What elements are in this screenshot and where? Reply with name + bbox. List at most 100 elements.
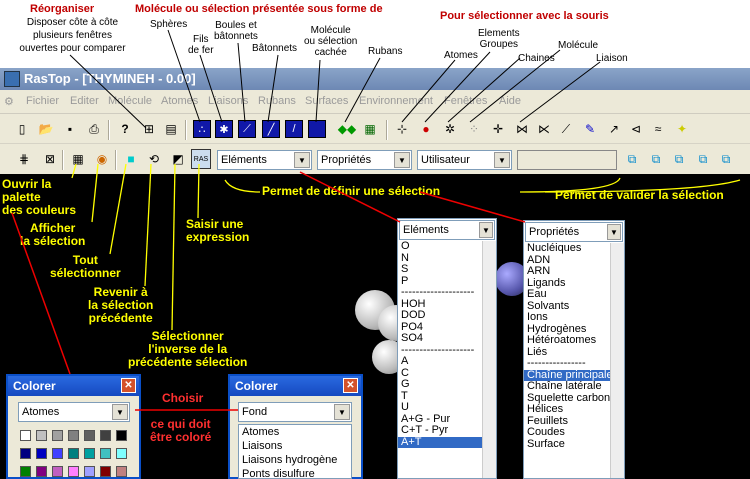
color-swatch[interactable] (52, 448, 63, 459)
utilisateur-combo[interactable]: Utilisateur ▼ (417, 150, 512, 170)
ribbons-icon[interactable]: ◆◆ (337, 119, 357, 139)
menu-surfaces[interactable]: Surfaces (305, 95, 348, 107)
axes-icon[interactable]: ⋕ (14, 149, 34, 169)
menu-liaisons[interactable]: Liaisons (208, 95, 248, 107)
help-icon[interactable]: ? (115, 119, 135, 139)
save-icon[interactable]: ▪ (60, 119, 80, 139)
select-all-button[interactable]: ■ (121, 149, 141, 169)
menu-fenetres[interactable]: Fenêtres (444, 95, 487, 107)
color-swatch[interactable] (100, 430, 111, 441)
pick-bond-icon[interactable]: ⋈ (512, 119, 532, 139)
pick-group-icon[interactable]: ✲ (440, 119, 460, 139)
validate-invert-button[interactable]: ⧉ (716, 149, 736, 169)
list-item[interactable]: ARN (524, 265, 624, 278)
pick-distance-icon[interactable]: ⋉ (534, 119, 554, 139)
menu-fichier[interactable]: Fichier (26, 95, 59, 107)
selection-expression-field[interactable] (517, 150, 617, 170)
color-swatch[interactable] (116, 448, 127, 459)
print-icon[interactable]: ⎙ (84, 119, 104, 139)
list-item[interactable]: Liaisons (239, 439, 351, 453)
ball-stick-icon[interactable]: ⟋ (238, 120, 256, 138)
color-swatch[interactable] (84, 466, 95, 477)
close-icon[interactable]: ✕ (343, 378, 358, 393)
color-swatch[interactable] (52, 430, 63, 441)
pick-atom-icon[interactable]: ⊹ (392, 119, 412, 139)
color-palette-button[interactable]: ▦ (68, 149, 88, 169)
list-item[interactable]: Atomes (239, 425, 351, 439)
spheres-icon[interactable]: ∴ (193, 120, 211, 138)
pick-molecule-icon[interactable]: ✛ (488, 119, 508, 139)
hidden-icon[interactable] (308, 120, 326, 138)
proprietes-combo[interactable]: Propriétés ▼ (317, 150, 412, 170)
pick-chain-icon[interactable]: ⁘ (464, 119, 484, 139)
validate-new-button[interactable]: ⧉ (622, 149, 642, 169)
color-swatch[interactable] (20, 448, 31, 459)
validate-restrict-button[interactable]: ⧉ (669, 149, 689, 169)
pick-center-icon[interactable]: ≈ (648, 119, 668, 139)
color-swatch[interactable] (68, 466, 79, 477)
validate-remove-button[interactable]: ⧉ (693, 149, 713, 169)
colorer-target-list[interactable]: Atomes Liaisons Liaisons hydrogène Ponts… (238, 424, 352, 479)
list-item[interactable]: Chaîne latérale (524, 380, 624, 393)
list-item[interactable]: ---------------- (524, 357, 624, 370)
elements-combo[interactable]: Eléments ▼ (217, 150, 312, 170)
tile-windows-icon[interactable]: ⊞ (139, 119, 159, 139)
grid-icon[interactable]: ⊠ (40, 149, 60, 169)
color-swatch[interactable] (100, 448, 111, 459)
color-swatch[interactable] (116, 430, 127, 441)
scrollbar[interactable] (610, 243, 624, 478)
color-swatch[interactable] (20, 466, 31, 477)
list-item[interactable]: Surface (524, 438, 624, 451)
proprietes-dropdown[interactable]: Propriétés ▼ Nucléiques ADN ARN Ligands Eau So… (523, 220, 625, 479)
validate-add-button[interactable]: ⧉ (646, 149, 666, 169)
scrollbar[interactable] (482, 241, 496, 478)
pick-element-icon[interactable]: ● (416, 119, 436, 139)
close-icon[interactable]: ✕ (121, 378, 136, 393)
color-swatch[interactable] (36, 448, 47, 459)
menu-atomes[interactable]: Atomes (161, 95, 198, 107)
previous-selection-button[interactable]: ⟲ (144, 149, 164, 169)
colorer-target-combo[interactable]: Fond ▼ (238, 402, 352, 422)
system-menu-icon[interactable]: ⚙ (4, 95, 14, 108)
color-swatch[interactable] (84, 430, 95, 441)
open-folder-icon[interactable]: 📂 (36, 119, 56, 139)
show-selection-button[interactable]: ◉ (92, 149, 112, 169)
menu-environnement[interactable]: Environnement (359, 95, 433, 107)
list-item[interactable]: Nucléiques (524, 242, 624, 255)
color-swatch[interactable] (36, 466, 47, 477)
list-item[interactable]: Ions (524, 311, 624, 324)
inverse-selection-button[interactable]: ◩ (168, 149, 188, 169)
color-swatch[interactable] (100, 466, 111, 477)
color-swatch[interactable] (68, 448, 79, 459)
menu-rubans[interactable]: Rubans (258, 95, 296, 107)
list-item[interactable]: Liaisons hydrogène (239, 453, 351, 467)
proprietes-dropdown-header[interactable]: Propriétés ▼ (525, 222, 623, 242)
cascade-windows-icon[interactable]: ▤ (161, 119, 181, 139)
list-item[interactable]: Hélices (524, 403, 624, 416)
elements-dropdown-header[interactable]: Eléments ▼ (399, 220, 495, 240)
colorer-target-combo[interactable]: Atomes ▼ (18, 402, 130, 422)
light-icon[interactable]: ✦ (672, 119, 692, 139)
elements-dropdown[interactable]: Eléments ▼ O N S P -------------------- HOH DOD… (397, 218, 497, 479)
color-swatch[interactable] (20, 430, 31, 441)
list-item[interactable]: Hétéroatomes (524, 334, 624, 347)
menu-molecule[interactable]: Molécule (108, 95, 152, 107)
list-item[interactable]: Eau (524, 288, 624, 301)
color-swatch[interactable] (52, 466, 63, 477)
expression-button[interactable]: RAS (191, 149, 211, 169)
list-item[interactable]: Ponts disulfure (239, 467, 351, 479)
list-item[interactable]: Coudes (524, 426, 624, 439)
color-swatch[interactable] (116, 466, 127, 477)
pick-angle-icon[interactable]: ⟋ (556, 119, 576, 139)
sticks-icon[interactable]: ╱ (262, 120, 280, 138)
thin-sticks-icon[interactable]: / (285, 120, 303, 138)
wireframe-icon[interactable]: ✱ (215, 120, 233, 138)
new-file-icon[interactable]: ▯ (12, 119, 32, 139)
menu-aide[interactable]: Aide (499, 95, 521, 107)
dots-icon[interactable]: ▦ (360, 119, 380, 139)
pick-monitor-icon[interactable]: ↗ (604, 119, 624, 139)
color-swatch[interactable] (84, 448, 95, 459)
pick-torsion-icon[interactable]: ⊲ (626, 119, 646, 139)
menu-editer[interactable]: Editer (70, 95, 99, 107)
color-swatch[interactable] (68, 430, 79, 441)
